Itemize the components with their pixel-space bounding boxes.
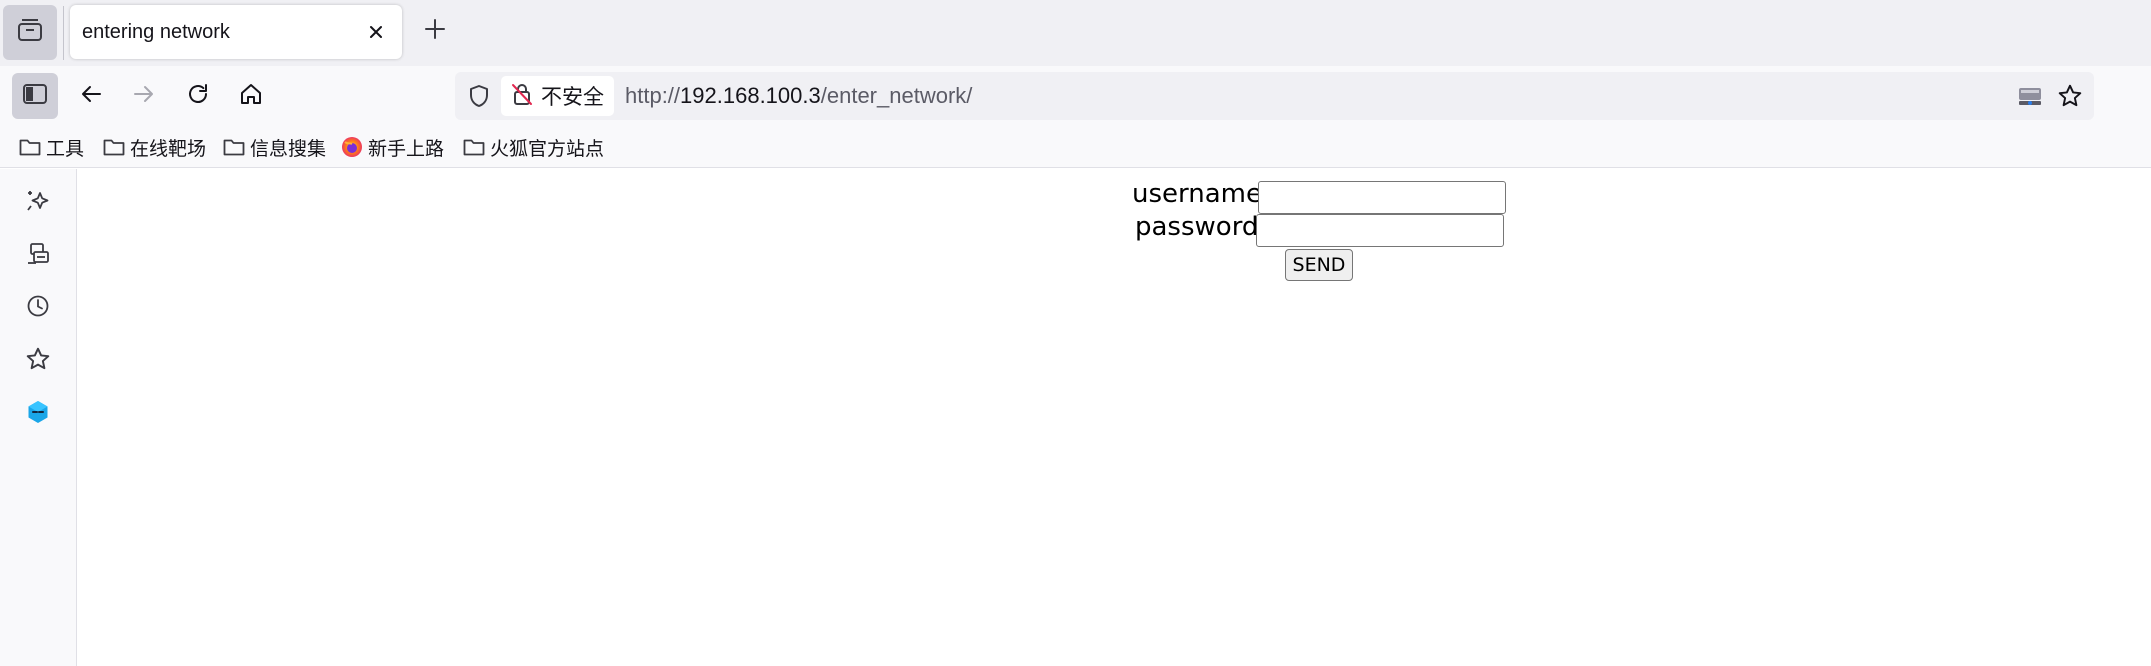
back-button[interactable] [68,73,114,119]
url-host: 192.168.100.3 [680,83,821,108]
folder-icon [18,135,42,159]
bookmark-label: 工具 [46,138,85,160]
home-icon [239,82,263,111]
tab-strip: entering network [0,0,2151,66]
url-path: /enter_network/ [820,83,973,108]
page-content: username: password: SEND [78,169,2151,666]
tab-overview-icon [17,18,43,47]
username-label: username: [1132,179,1271,209]
bookmark-folder-tools[interactable]: 工具 [18,130,84,164]
bookmark-folder-online-range[interactable]: 在线靶场 [102,130,206,164]
security-label: 不安全 [541,86,604,109]
bookmark-star-icon[interactable] [2056,82,2084,110]
sidebar-toggle-button[interactable] [12,73,58,119]
bookmark-label: 新手上路 [368,138,445,160]
tab-overview-button[interactable] [3,5,57,60]
bookmarks-icon [25,346,51,377]
url-text[interactable]: http://192.168.100.3/enter_network/ [625,72,972,120]
folder-icon [462,135,486,159]
new-tab-button[interactable] [418,14,452,48]
plus-icon [424,18,446,45]
reload-button[interactable] [175,73,221,119]
reload-icon [186,82,210,111]
broken-lock-icon [511,82,533,111]
page-action-icon[interactable] [2016,82,2044,110]
tab-divider [63,6,64,60]
send-button[interactable]: SEND [1285,249,1353,281]
bookmark-getting-started[interactable]: 新手上路 [340,130,444,164]
sidebar [0,169,77,666]
url-protocol: http:// [625,83,681,108]
bookmark-folder-info-gathering[interactable]: 信息搜集 [222,130,326,164]
shield-icon[interactable] [465,82,493,110]
close-tab-icon[interactable] [364,20,388,44]
password-input[interactable] [1256,214,1504,247]
home-button[interactable] [228,73,274,119]
username-input[interactable] [1258,181,1506,214]
ai-chatbot-icon [25,188,51,219]
extension-icon [25,399,51,430]
bookmark-label: 火狐官方站点 [490,138,605,160]
arrow-left-icon [79,82,103,111]
navigation-toolbar: 不安全 http://192.168.100.3/enter_network/ [0,66,2151,126]
folder-icon [102,135,126,159]
firefox-icon [340,135,364,159]
bookmarks-button[interactable] [21,344,55,378]
bookmark-label: 信息搜集 [250,138,327,160]
arrow-right-icon [132,82,156,111]
extension-button[interactable] [21,397,55,431]
tab-active[interactable]: entering network [70,5,402,59]
forward-button[interactable] [121,73,167,119]
history-button[interactable] [21,291,55,325]
bookmark-label: 在线靶场 [130,138,207,160]
history-icon [26,294,50,323]
sidebar-icon [22,83,48,110]
synced-tabs-button[interactable] [21,239,55,273]
tab-title: entering network [82,21,230,43]
password-label: password: [1135,212,1268,242]
url-bar[interactable]: 不安全 http://192.168.100.3/enter_network/ [455,72,2094,120]
synced-tabs-icon [25,241,51,272]
folder-icon [222,135,246,159]
ai-chatbot-button[interactable] [21,186,55,220]
bookmarks-toolbar: 工具 在线靶场 信息搜集 新手上路 火狐官方站点 [0,126,2151,168]
site-security-button[interactable]: 不安全 [501,76,614,116]
bookmark-folder-firefox-official[interactable]: 火狐官方站点 [462,130,604,164]
